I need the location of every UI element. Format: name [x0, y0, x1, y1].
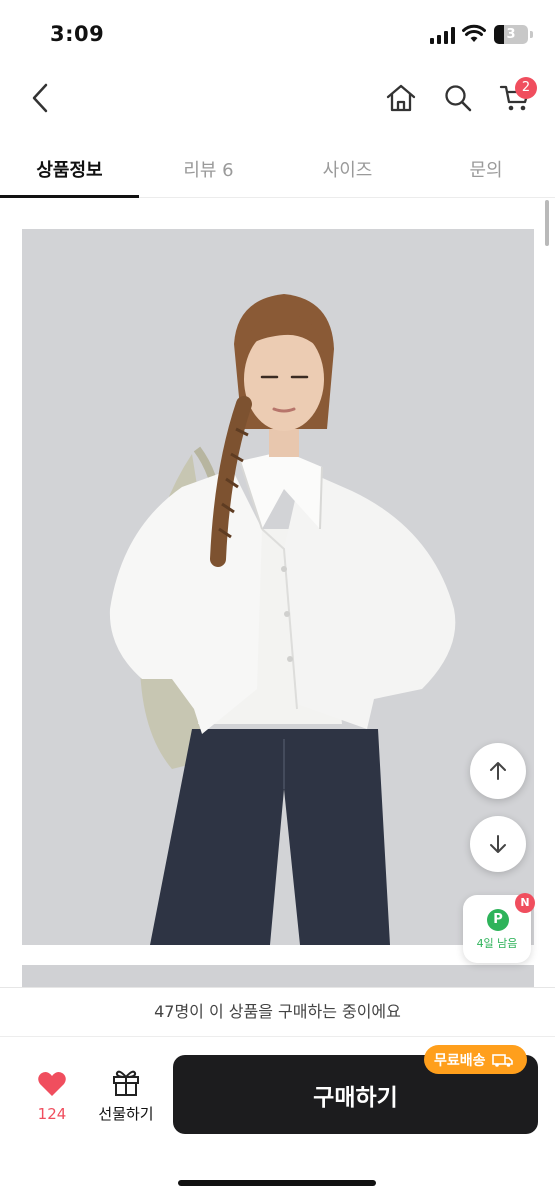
battery-cap: [530, 31, 533, 38]
gift-button[interactable]: 선물하기: [90, 1064, 162, 1128]
points-remaining-text: 4일 남음: [476, 937, 518, 950]
chevron-left-icon: [32, 83, 48, 113]
like-count: 124: [37, 1105, 67, 1123]
back-button[interactable]: [18, 70, 62, 126]
scroll-up-button[interactable]: [470, 743, 526, 799]
home-button[interactable]: [379, 70, 423, 126]
home-indicator[interactable]: [178, 1180, 376, 1186]
status-bar: 3:09 3: [0, 0, 555, 70]
heart-icon: [38, 1071, 66, 1096]
arrow-up-icon: [490, 762, 506, 780]
tab-product-info[interactable]: 상품정보: [0, 140, 139, 198]
wifi-icon: [462, 24, 486, 42]
search-button[interactable]: [436, 70, 480, 126]
tab-inquiry[interactable]: 문의: [417, 140, 555, 198]
battery-level: 3: [506, 27, 516, 42]
tab-size[interactable]: 사이즈: [278, 140, 417, 198]
status-time: 3:09: [50, 22, 105, 46]
gift-label: 선물하기: [98, 1105, 154, 1123]
free-shipping-badge: 무료배송: [424, 1045, 527, 1074]
gift-icon: [113, 1070, 139, 1096]
scroll-down-button[interactable]: [470, 816, 526, 872]
product-photo: [22, 229, 534, 945]
new-badge: N: [515, 893, 535, 913]
like-button[interactable]: 124: [22, 1064, 82, 1128]
free-shipping-label: 무료배송: [434, 1052, 486, 1069]
arrow-down-icon: [490, 835, 506, 853]
cart-count-badge: 2: [515, 77, 537, 99]
scrollbar[interactable]: [545, 200, 549, 246]
tab-bar: 상품정보 리뷰 6 사이즈 문의: [0, 140, 555, 198]
battery-icon: 3: [494, 25, 528, 44]
top-nav: [0, 70, 555, 130]
home-icon: [386, 84, 416, 112]
tab-reviews[interactable]: 리뷰 6: [139, 140, 278, 198]
truck-icon: [491, 1053, 513, 1067]
viewers-notice: 47명이 이 상품을 구매하는 중이에요: [0, 987, 555, 1037]
model-illustration: [109, 294, 456, 945]
signal-icon: [430, 27, 456, 44]
points-icon: P: [487, 909, 509, 931]
active-tab-indicator: [0, 195, 139, 198]
search-icon: [445, 85, 472, 112]
